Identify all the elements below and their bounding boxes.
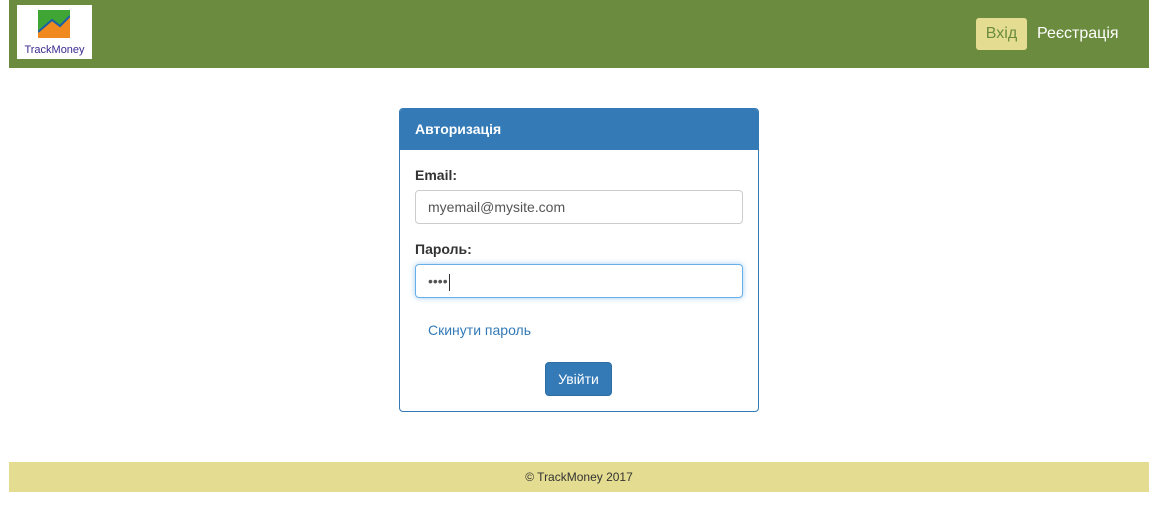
login-submit-button[interactable]: Увійти (545, 362, 612, 396)
text-caret (448, 273, 450, 291)
footer-copyright: © TrackMoney 2017 (525, 470, 633, 484)
password-field[interactable]: •••• (415, 264, 743, 298)
email-field[interactable]: myemail@mysite.com (415, 190, 743, 224)
password-value: •••• (428, 273, 448, 289)
top-navbar: TrackMoney Вхід Реєстрація (9, 0, 1149, 68)
nav-login-link[interactable]: Вхід (976, 18, 1027, 50)
nav-register-link[interactable]: Реєстрація (1037, 18, 1119, 50)
footer: © TrackMoney 2017 (9, 462, 1149, 492)
panel-title: Авторизація (400, 109, 758, 150)
logo-text: TrackMoney (24, 44, 85, 56)
page: TrackMoney Вхід Реєстрація Авторизація E… (0, 0, 1155, 505)
login-panel: Авторизація Email: myemail@mysite.com Па… (399, 108, 759, 412)
email-value: myemail@mysite.com (428, 199, 566, 215)
brand-logo[interactable]: TrackMoney (17, 5, 92, 59)
reset-password-link[interactable]: Скинути пароль (428, 322, 531, 338)
trend-chart-icon (38, 10, 70, 38)
password-label: Пароль: (415, 241, 472, 257)
email-label: Email: (415, 167, 458, 183)
